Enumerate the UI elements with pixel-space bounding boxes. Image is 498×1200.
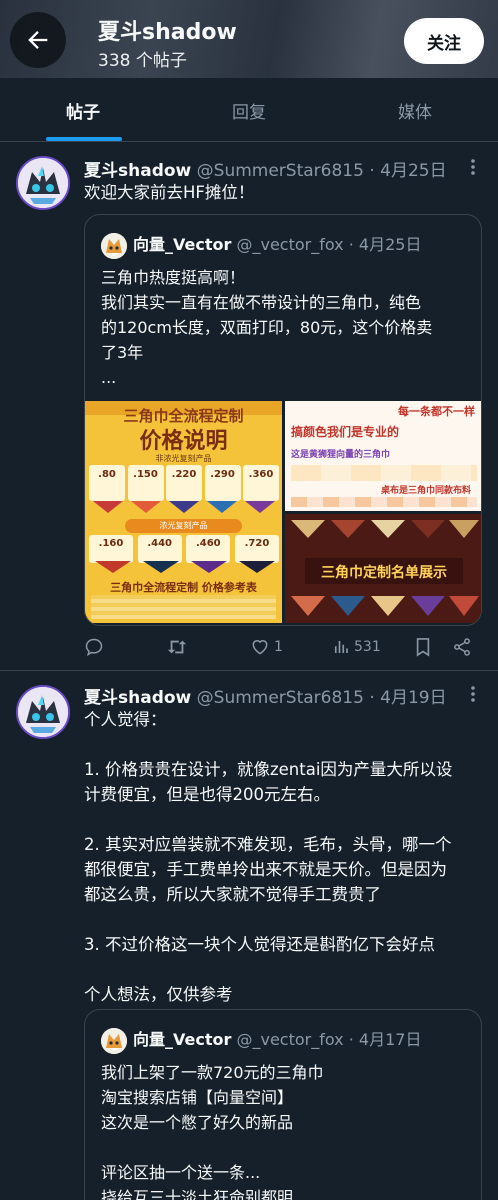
follow-button[interactable]: 关注 bbox=[404, 18, 484, 64]
quote-line: 三角巾热度挺高啊！ bbox=[101, 268, 246, 287]
bookmark-button[interactable] bbox=[414, 632, 432, 662]
tab-posts[interactable]: 帖子 bbox=[0, 78, 166, 142]
post-author-line: 夏斗shadow @SummerStar6815 · 4月19日 bbox=[84, 683, 447, 708]
poster-note: 非浓光复刻产品 bbox=[155, 454, 212, 463]
poster-subtitle: 价格说明 bbox=[139, 429, 228, 454]
retweet-button[interactable] bbox=[166, 632, 188, 662]
info-line: 桌布是三角巾同款布料 bbox=[381, 486, 472, 496]
avatar-image bbox=[18, 158, 68, 208]
post-author-line: 夏斗shadow @SummerStar6815 · 4月25日 bbox=[84, 156, 447, 181]
quote-author-name: 向量_Vector bbox=[133, 1030, 232, 1049]
quote-line: 的120cm长度，双面打印，80元，这个价格卖 bbox=[101, 318, 433, 337]
post[interactable]: 夏斗shadow @SummerStar6815 · 4月19日 个人觉得： 1… bbox=[0, 671, 498, 1200]
quote-avatar bbox=[101, 232, 127, 259]
view-count: 531 bbox=[354, 639, 381, 655]
text-line: 计费便宜，但是也得200元左右。 bbox=[84, 785, 330, 804]
quote-line: 这次是一个憋了好久的新品 bbox=[101, 1113, 294, 1132]
info-line: 搞颜色我们是专业的 bbox=[291, 425, 400, 439]
quote-line: 挠给互三十淡土狂命别都明 bbox=[101, 1188, 294, 1200]
quote-text: 我们上架了一款720元的三角巾 淘宝搜索店铺【向量空间】 这次是一个憋了好久的新… bbox=[101, 1060, 471, 1200]
text-line: 个人觉得： bbox=[84, 710, 167, 729]
more-dots-icon[interactable] bbox=[470, 158, 476, 180]
quote-date: · 4月25日 bbox=[348, 235, 422, 254]
avatar[interactable] bbox=[16, 156, 70, 210]
text-line: 2. 其实对应兽装就不难发现，毛布，头骨，哪一个 bbox=[84, 835, 452, 854]
author-handle[interactable]: @SummerStar6815 bbox=[197, 161, 364, 181]
author-name[interactable]: 夏斗shadow bbox=[84, 161, 191, 181]
quote-line: 淘宝搜索店铺【向量空间】 bbox=[101, 1088, 294, 1107]
text-line: 都很便宜，手工费单拎出来不就是天价。但是因为 bbox=[84, 860, 447, 879]
views-icon bbox=[334, 641, 348, 653]
back-arrow-icon bbox=[28, 31, 48, 49]
quote-line: 我们其实一直有在做不带设计的三角巾，纯色 bbox=[101, 293, 422, 312]
quote-line: ... bbox=[101, 368, 117, 387]
views-button[interactable]: 531 bbox=[332, 632, 381, 662]
avatar[interactable] bbox=[16, 685, 70, 739]
active-tab-indicator bbox=[46, 137, 122, 141]
product-info-image[interactable]: 每一条都不一样 搞颜色我们是专业的 这是黄狮狸向量的三角巾 桌布是三角巾同款布料 bbox=[285, 401, 481, 511]
author-handle[interactable]: @SummerStar6815 bbox=[197, 688, 364, 708]
quote-text: 三角巾热度挺高啊！ 我们其实一直有在做不带设计的三角巾，纯色 的120cm长度，… bbox=[101, 265, 471, 390]
quote-image-grid: 三角巾全流程定制 价格说明 非浓光复刻产品 .80 .150 .220 .290… bbox=[85, 401, 481, 623]
info-heading: 每一条都不一样 bbox=[398, 405, 475, 418]
more-dots-icon[interactable] bbox=[470, 685, 476, 707]
quoted-post[interactable]: 向量_Vector @_vector_fox · 4月17日 我们上架了一款72… bbox=[84, 1009, 482, 1200]
like-button[interactable]: 1 bbox=[250, 632, 283, 662]
back-button[interactable] bbox=[10, 12, 66, 68]
custom-showcase-image[interactable]: 三角巾定制名单展示 bbox=[285, 514, 481, 623]
share-button[interactable] bbox=[452, 632, 472, 662]
quote-author-line: 向量_Vector @_vector_fox · 4月17日 bbox=[101, 1026, 421, 1054]
post-text: 个人觉得： 1. 价格贵贵在设计，就像zentai因为产量大所以设 计费便宜，但… bbox=[84, 707, 484, 1007]
author-name[interactable]: 夏斗shadow bbox=[84, 688, 191, 708]
quote-date: · 4月17日 bbox=[348, 1030, 422, 1049]
price-poster-image[interactable]: 三角巾全流程定制 价格说明 非浓光复刻产品 .80 .150 .220 .290… bbox=[85, 401, 282, 623]
quote-author-handle: @_vector_fox bbox=[236, 235, 344, 254]
quote-author-name: 向量_Vector bbox=[133, 235, 232, 254]
quote-line: 我们上架了一款720元的三角巾 bbox=[101, 1063, 324, 1082]
text-line: 都这么贵，所以大家就不觉得手工费贵了 bbox=[84, 885, 381, 904]
reply-icon bbox=[85, 638, 103, 657]
profile-tabs: 帖子 回复 媒体 bbox=[0, 78, 498, 142]
poster-mid-label: 浓光复刻产品 bbox=[125, 519, 242, 533]
quote-avatar bbox=[101, 1027, 127, 1054]
tab-media[interactable]: 媒体 bbox=[332, 78, 498, 142]
avatar-image bbox=[18, 687, 68, 737]
poster-table bbox=[91, 595, 276, 619]
post-actions: 1 531 bbox=[84, 632, 484, 662]
showcase-title: 三角巾定制名单展示 bbox=[321, 565, 447, 581]
post-count: 338 个帖子 bbox=[98, 51, 187, 71]
reply-button[interactable] bbox=[84, 632, 104, 662]
post-date[interactable]: · 4月25日 bbox=[369, 161, 446, 181]
retweet-icon bbox=[167, 640, 187, 654]
like-count: 1 bbox=[274, 639, 283, 655]
text-line: 1. 价格贵贵在设计，就像zentai因为产量大所以设 bbox=[84, 760, 453, 779]
post-date[interactable]: · 4月19日 bbox=[369, 688, 446, 708]
profile-header: 夏斗shadow 338 个帖子 关注 bbox=[0, 0, 498, 78]
text-line: 个人想法，仅供参考 bbox=[84, 985, 233, 1004]
text-line: 3. 不过价格这一块个人觉得还是斟酌亿下会好点 bbox=[84, 935, 435, 954]
bookmark-icon bbox=[416, 638, 430, 657]
heart-icon bbox=[252, 640, 268, 655]
quoted-post[interactable]: 向量_Vector @_vector_fox · 4月25日 三角巾热度挺高啊！… bbox=[84, 214, 482, 626]
info-line: 这是黄狮狸向量的三角巾 bbox=[291, 450, 391, 460]
quote-line: 评论区抽一个送一条... bbox=[101, 1163, 261, 1182]
post[interactable]: 夏斗shadow @SummerStar6815 · 4月25日 欢迎大家前去H… bbox=[0, 142, 498, 672]
poster-footer: 三角巾全流程定制 价格参考表 bbox=[110, 581, 257, 594]
profile-name: 夏斗shadow bbox=[98, 20, 237, 45]
quote-author-handle: @_vector_fox bbox=[236, 1030, 344, 1049]
quote-author-line: 向量_Vector @_vector_fox · 4月25日 bbox=[101, 231, 421, 259]
share-icon bbox=[454, 638, 470, 656]
tab-replies[interactable]: 回复 bbox=[166, 78, 332, 142]
poster-price-row: .80 .150 .220 .290 .360 bbox=[89, 465, 279, 503]
quote-line: 了3年 bbox=[101, 343, 144, 362]
post-text: 欢迎大家前去HF摊位！ bbox=[84, 183, 255, 202]
